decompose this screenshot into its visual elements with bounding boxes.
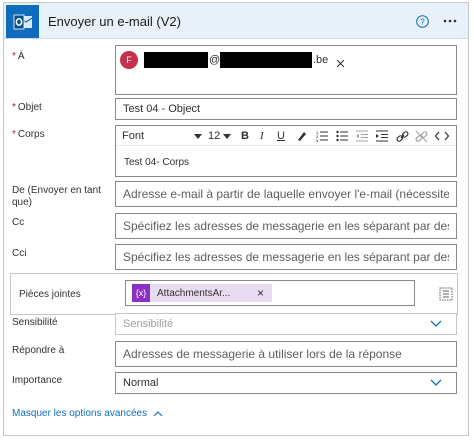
- attachments-group: Pièces jointes {x} AttachmentsAr... ×: [10, 273, 458, 315]
- increase-indent-icon[interactable]: [376, 129, 388, 143]
- numbered-list-icon[interactable]: 123: [316, 129, 328, 143]
- caret-down-icon: [194, 133, 202, 139]
- reply-to-label: Répondre à: [12, 345, 65, 356]
- importance-value: Normal: [123, 377, 159, 389]
- bullet-list-icon[interactable]: [336, 129, 348, 143]
- bcc-placeholder: Spécifiez les adresses de messagerie en …: [123, 250, 449, 264]
- to-field[interactable]: F @ .be: [115, 45, 457, 95]
- email-domain-tail: .be: [313, 54, 329, 66]
- cc-field[interactable]: Spécifiez les adresses de messagerie en …: [115, 213, 457, 239]
- subject-label: * Objet: [12, 102, 42, 113]
- bcc-field[interactable]: Spécifiez les adresses de messagerie en …: [115, 244, 457, 270]
- cc-placeholder: Spécifiez les adresses de messagerie en …: [123, 219, 449, 233]
- font-dropdown[interactable]: Font: [122, 129, 202, 143]
- attachments-label: Pièces jointes: [19, 289, 81, 300]
- to-label: * À: [12, 51, 25, 62]
- chevron-down-icon: [430, 379, 442, 386]
- question-icon[interactable]: ?: [414, 13, 430, 29]
- expression-icon: {x}: [132, 284, 150, 302]
- from-field[interactable]: Adresse e-mail à partir de laquelle envo…: [115, 181, 457, 207]
- attachments-field[interactable]: {x} AttachmentsAr... ×: [125, 280, 415, 306]
- svg-text:?: ?: [420, 17, 425, 26]
- close-icon[interactable]: [336, 55, 345, 73]
- body-editor[interactable]: Font 12 B I U 123 Test 04- Corps: [115, 125, 457, 177]
- redacted-name: [144, 52, 208, 68]
- token-label: AttachmentsAr...: [157, 287, 231, 299]
- highlight-icon[interactable]: [296, 129, 308, 143]
- sensitivity-dropdown[interactable]: Sensibilité: [115, 313, 457, 335]
- body-label: * Corps: [12, 129, 45, 140]
- unlink-icon[interactable]: [415, 129, 428, 143]
- italic-icon[interactable]: I: [260, 129, 264, 143]
- caret-down-icon: [223, 133, 232, 139]
- avatar: F: [120, 51, 138, 69]
- hide-advanced-label: Masquer les options avancées: [12, 408, 148, 419]
- underline-icon[interactable]: U: [277, 129, 285, 143]
- subject-field[interactable]: Test 04 - Object: [115, 98, 457, 120]
- action-card: Envoyer un e-mail (V2) ? * À F @ .be * Obj…: [3, 2, 469, 436]
- editor-toolbar: Font 12 B I U 123: [116, 126, 456, 146]
- token-remove-button[interactable]: ×: [257, 286, 264, 300]
- attachment-token[interactable]: {x} AttachmentsAr... ×: [132, 284, 272, 302]
- svg-text:3: 3: [316, 138, 319, 142]
- size-dropdown[interactable]: 12: [208, 129, 234, 143]
- chevron-down-icon: [430, 320, 442, 327]
- from-label: De (Envoyer en tant que): [12, 185, 101, 208]
- decrease-indent-icon[interactable]: [356, 129, 368, 143]
- action-title: Envoyer un e-mail (V2): [48, 14, 181, 29]
- importance-dropdown[interactable]: Normal: [115, 372, 457, 394]
- outlook-icon: [6, 5, 39, 38]
- redacted-domain: [220, 52, 312, 68]
- bcc-label: Cci: [12, 248, 27, 259]
- code-view-icon[interactable]: [435, 129, 449, 143]
- ellipsis-icon[interactable]: [442, 13, 458, 29]
- from-placeholder: Adresse e-mail à partir de laquelle envo…: [123, 187, 449, 201]
- switch-to-array-icon[interactable]: [439, 287, 453, 306]
- reply-to-field[interactable]: Adresses de messagerie à utiliser lors d…: [115, 341, 457, 367]
- sensitivity-label: Sensibilité: [12, 317, 58, 328]
- bold-icon[interactable]: B: [241, 129, 249, 143]
- link-icon[interactable]: [396, 129, 409, 143]
- card-header[interactable]: Envoyer un e-mail (V2) ?: [4, 3, 468, 39]
- subject-value: Test 04 - Object: [123, 103, 201, 115]
- hide-advanced-options-link[interactable]: Masquer les options avancées: [12, 408, 163, 419]
- email-at: @: [209, 54, 221, 66]
- cc-label: Cc: [12, 217, 25, 228]
- importance-label: Importance: [12, 375, 63, 386]
- sensitivity-placeholder: Sensibilité: [123, 318, 174, 330]
- body-content: Test 04- Corps: [124, 157, 190, 168]
- chevron-up-icon: [153, 410, 163, 416]
- reply-to-placeholder: Adresses de messagerie à utiliser lors d…: [123, 347, 402, 361]
